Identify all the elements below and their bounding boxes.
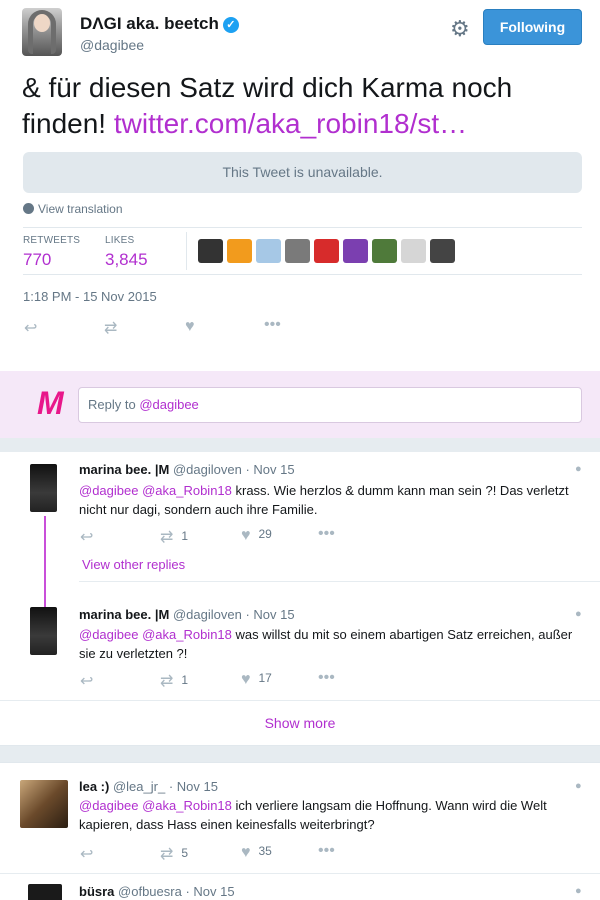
globe-icon <box>23 203 34 214</box>
liker-avatar[interactable] <box>401 239 426 263</box>
liker-avatar[interactable] <box>256 239 281 263</box>
user-avatar-icon: M <box>37 385 64 421</box>
reply-input[interactable]: Reply to @dagibee <box>78 387 582 423</box>
likes-stat[interactable]: LIKES 3,845 <box>105 235 148 270</box>
liker-avatar[interactable] <box>372 239 397 263</box>
avatar[interactable] <box>30 607 57 655</box>
user-name[interactable]: DΛGI aka. beetch ✓ <box>80 14 239 34</box>
reply-header: büsra @ofbuesra · Nov 15 <box>79 884 235 899</box>
more-icon[interactable]: ••• <box>318 525 335 543</box>
user-handle[interactable]: @dagibee <box>80 37 144 53</box>
reply-header: marina bee. |M @dagiloven · Nov 15 <box>79 462 295 477</box>
liker-avatar[interactable] <box>227 239 252 263</box>
reply-icon[interactable]: ↩ <box>80 527 93 547</box>
like-icon[interactable]: ♥ 35 <box>241 844 272 862</box>
chevron-down-icon[interactable]: ● <box>575 885 582 897</box>
tweet-timestamp[interactable]: 1:18 PM - 15 Nov 2015 <box>23 289 157 304</box>
reply-item[interactable]: marina bee. |M @dagiloven · Nov 15 ● @da… <box>0 597 600 697</box>
more-icon[interactable]: ••• <box>318 842 335 860</box>
more-icon[interactable]: ••• <box>264 316 281 334</box>
reply-item[interactable]: lea :) @lea_jr_ · Nov 15 ● @dagibee @aka… <box>0 768 600 873</box>
avatar[interactable] <box>28 884 62 900</box>
gear-icon[interactable]: ⚙ <box>450 16 470 42</box>
reply-item[interactable]: marina bee. |M @dagiloven · Nov 15 ● @da… <box>0 452 600 616</box>
view-translation-link[interactable]: View translation <box>23 202 123 216</box>
section-separator <box>0 745 600 763</box>
liker-avatar[interactable] <box>430 239 455 263</box>
divider <box>79 581 600 582</box>
reply-text: @dagibee @aka_Robin18 krass. Wie herzlos… <box>79 483 569 517</box>
retweet-icon[interactable]: ⇄ 1 <box>160 527 188 547</box>
liker-avatar[interactable] <box>343 239 368 263</box>
liker-avatar[interactable] <box>198 239 223 263</box>
divider <box>186 232 187 270</box>
liker-avatars <box>198 239 455 263</box>
reply-icon[interactable]: ↩ <box>24 318 37 338</box>
reply-icon[interactable]: ↩ <box>80 671 93 691</box>
quoted-tweet-unavailable: This Tweet is unavailable. <box>23 152 582 193</box>
divider <box>23 227 582 228</box>
reply-header: lea :) @lea_jr_ · Nov 15 <box>79 779 218 794</box>
avatar[interactable] <box>22 8 62 56</box>
view-other-replies-link[interactable]: View other replies <box>82 557 185 572</box>
reply-header: marina bee. |M @dagiloven · Nov 15 <box>79 607 295 622</box>
divider <box>23 274 582 275</box>
show-more-button[interactable]: Show more <box>0 715 600 731</box>
avatar[interactable] <box>30 464 57 512</box>
reply-icon[interactable]: ↩ <box>80 844 93 864</box>
reply-composer: M Reply to @dagibee <box>0 371 600 438</box>
chevron-down-icon[interactable]: ● <box>575 780 582 792</box>
verified-icon: ✓ <box>222 17 239 33</box>
retweets-stat[interactable]: RETWEETS 770 <box>23 235 80 270</box>
like-icon[interactable]: ♥ 17 <box>241 671 272 689</box>
retweet-icon[interactable]: ⇄ <box>104 318 117 338</box>
reply-item[interactable]: büsra @ofbuesra · Nov 15 ● <box>0 874 600 900</box>
chevron-down-icon[interactable]: ● <box>575 608 582 620</box>
tweet-text: & für diesen Satz wird dich Karma noch f… <box>22 70 582 142</box>
divider <box>0 700 600 701</box>
like-icon[interactable]: ♥ <box>185 318 195 336</box>
liker-avatar[interactable] <box>314 239 339 263</box>
section-separator <box>0 438 600 452</box>
more-icon[interactable]: ••• <box>318 669 335 687</box>
retweet-icon[interactable]: ⇄ 5 <box>160 844 188 864</box>
retweet-icon[interactable]: ⇄ 1 <box>160 671 188 691</box>
tweet-header: DΛGI aka. beetch ✓ @dagibee ⚙ Following <box>0 0 600 60</box>
reply-text: @dagibee @aka_Robin18 was willst du mit … <box>79 627 573 661</box>
following-button[interactable]: Following <box>483 9 582 45</box>
tweet-link[interactable]: twitter.com/aka_robin18/st… <box>114 108 467 139</box>
reply-text: @dagibee @aka_Robin18 ich verliere langs… <box>79 798 547 832</box>
liker-avatar[interactable] <box>285 239 310 263</box>
chevron-down-icon[interactable]: ● <box>575 463 582 475</box>
like-icon[interactable]: ♥ 29 <box>241 527 272 545</box>
avatar[interactable] <box>20 780 68 828</box>
